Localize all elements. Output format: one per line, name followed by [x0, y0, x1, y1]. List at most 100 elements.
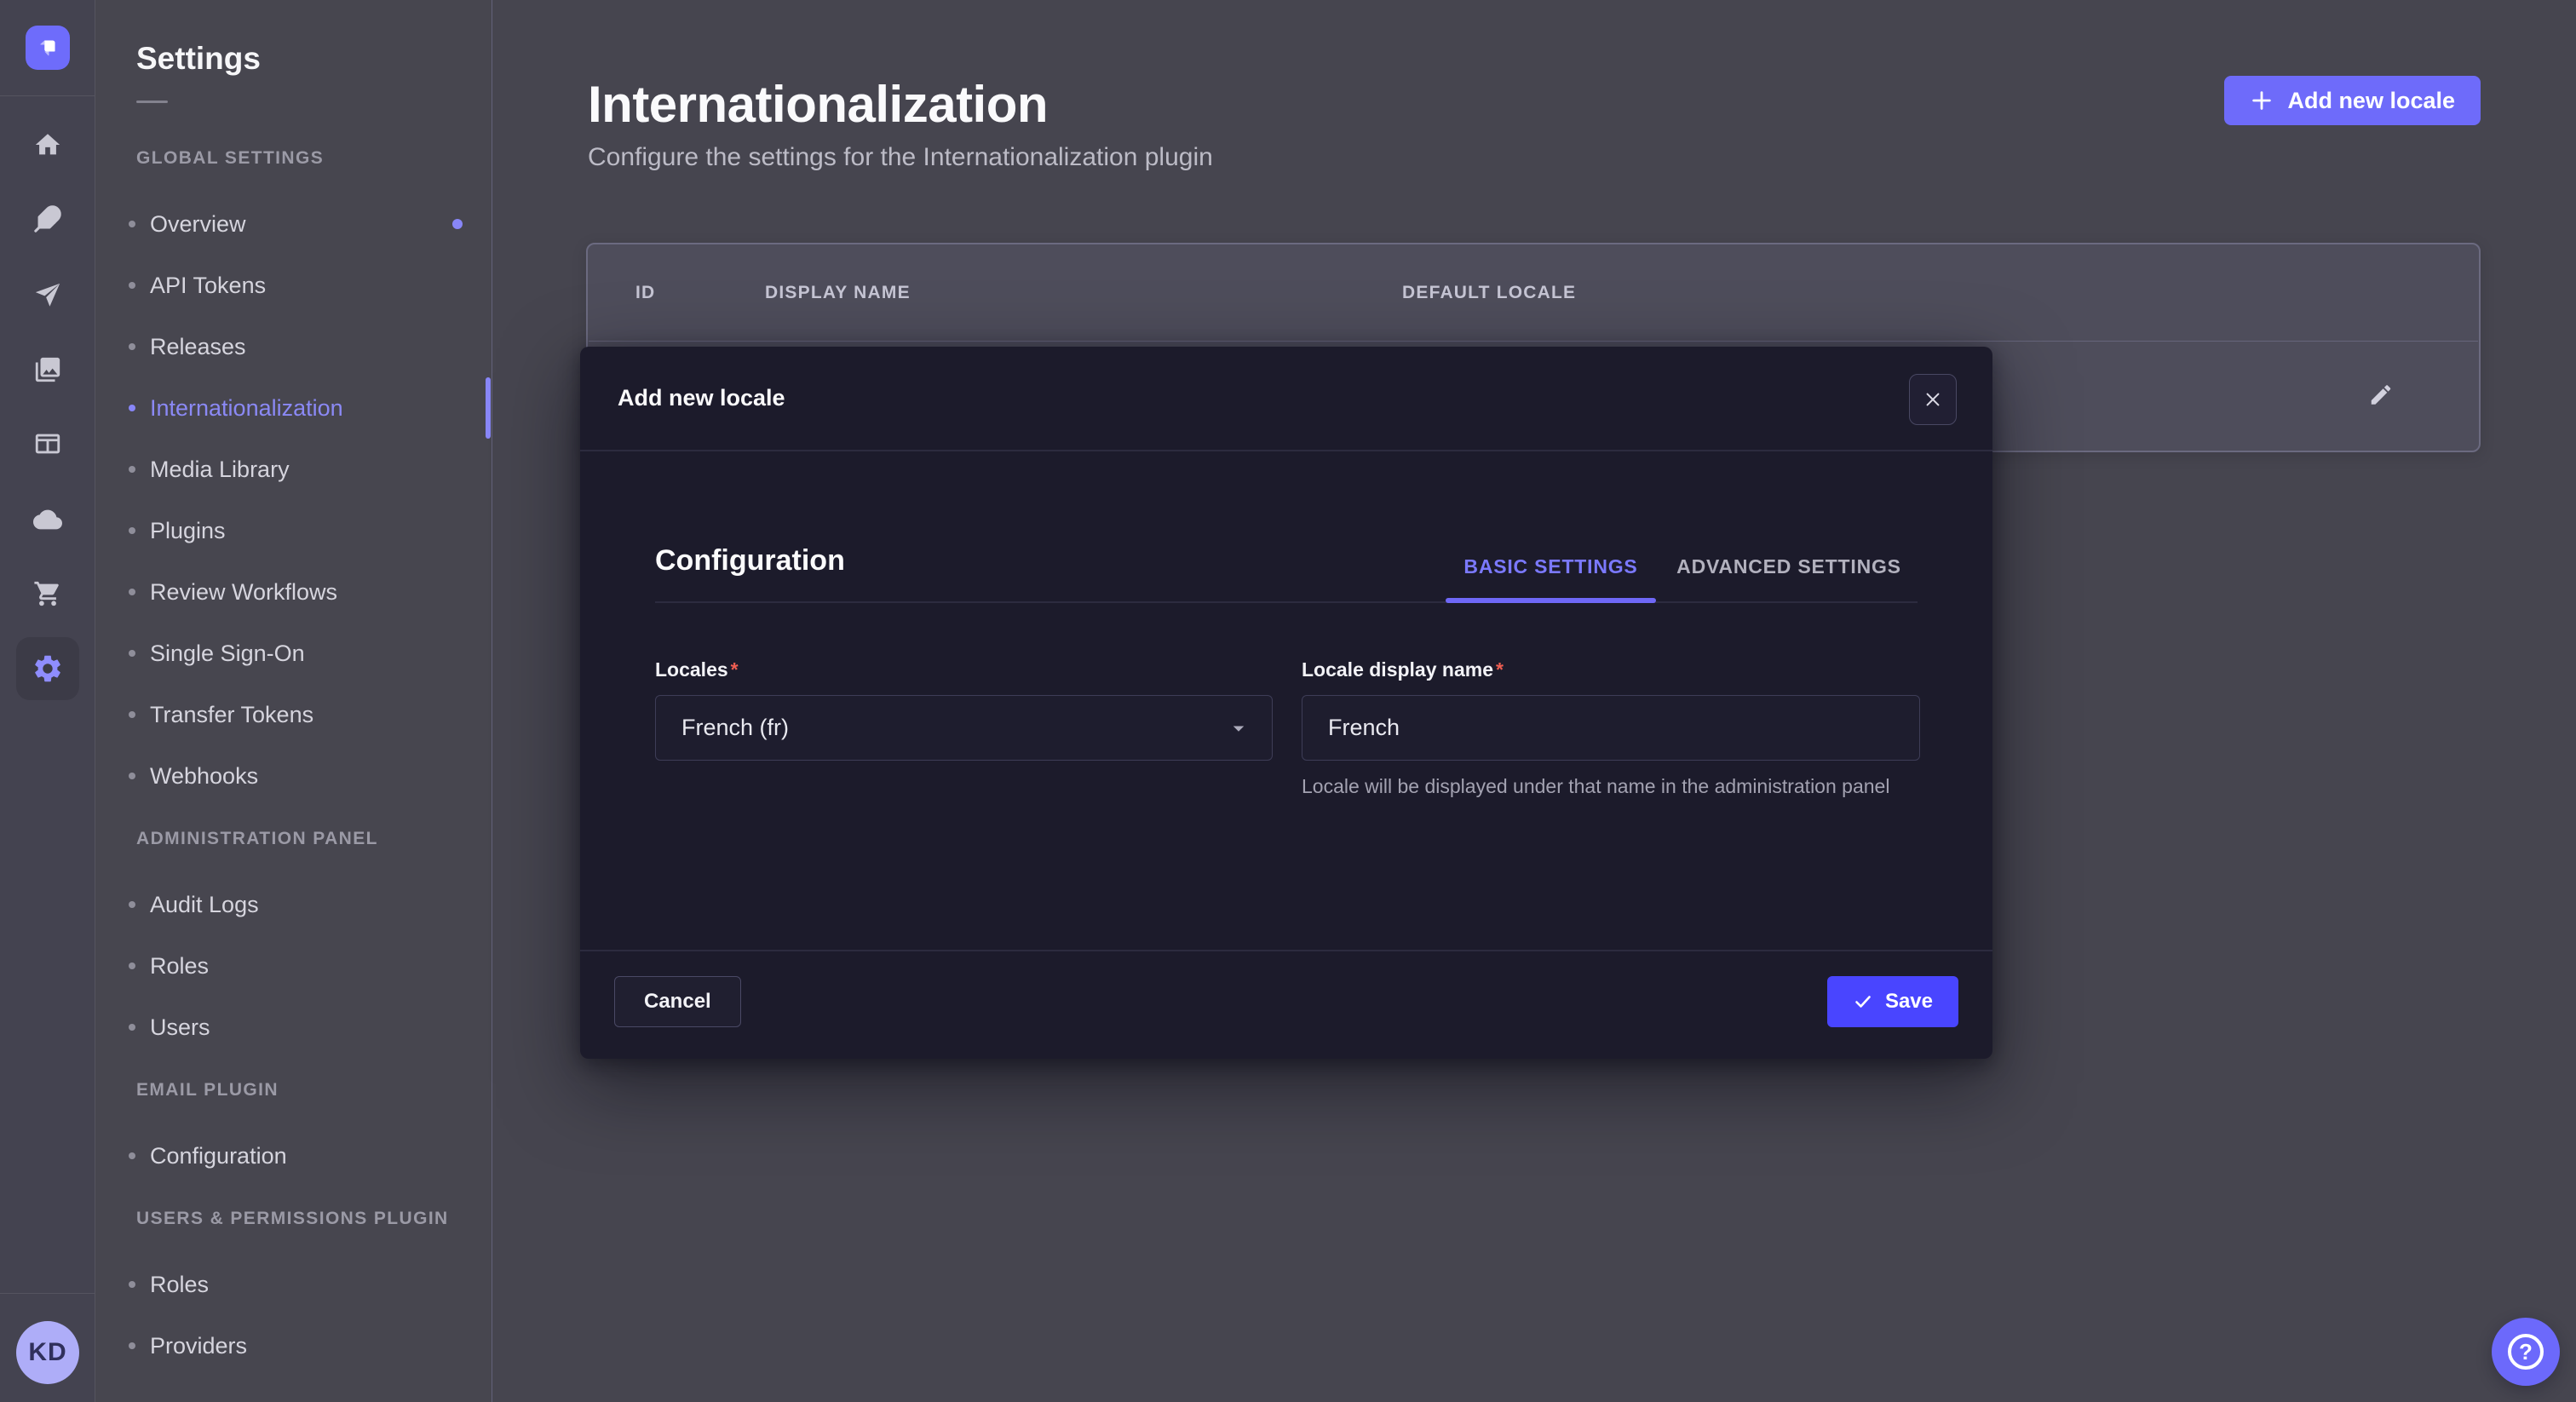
sidebar-section-heading: ADMINISTRATION PANEL: [95, 807, 492, 858]
sidebar-item-label: Audit Logs: [150, 892, 259, 918]
sidebar-item-label: Users: [150, 1014, 210, 1041]
home-icon[interactable]: [27, 124, 68, 165]
app-root: KD Settings GLOBAL SETTINGS Overview API T…: [0, 0, 2576, 1402]
add-locale-modal: Add new locale Configuration BASIC SETTI…: [580, 347, 1992, 1059]
content-type-builder-icon[interactable]: [27, 423, 68, 464]
bullet-icon: [129, 405, 135, 411]
sidebar-section: EMAIL PLUGIN Configuration: [95, 1058, 492, 1187]
notification-dot: [452, 219, 463, 229]
sidebar-item-label: Webhooks: [150, 763, 258, 790]
sidebar-section: ADMINISTRATION PANEL Audit Logs Roles Users: [95, 807, 492, 1058]
sidebar-section-heading: EMAIL PLUGIN: [95, 1058, 492, 1109]
cancel-button[interactable]: Cancel: [614, 976, 741, 1027]
bullet-icon: [129, 282, 135, 289]
edit-pencil-icon[interactable]: [2368, 382, 2394, 411]
sidebar-item-label: Roles: [150, 1272, 209, 1298]
sidebar-section: USERS & PERMISSIONS PLUGIN Roles Providers: [95, 1187, 492, 1376]
sidebar-item-label: Roles: [150, 953, 209, 980]
sidebar-section: GLOBAL SETTINGS Overview API Tokens Release…: [95, 126, 492, 807]
subnav-sections: GLOBAL SETTINGS Overview API Tokens Release…: [95, 126, 492, 1376]
display-name-input[interactable]: [1302, 695, 1920, 761]
main-nav-rail: KD: [0, 0, 95, 1402]
table-header-row: ID DISPLAY NAME DEFAULT LOCALE: [588, 244, 2479, 341]
bullet-icon: [129, 466, 135, 473]
strapi-logo-icon: [34, 34, 61, 61]
add-new-locale-button[interactable]: Add new locale: [2224, 76, 2481, 125]
sidebar-item-single-sign-on[interactable]: Single Sign-On: [95, 623, 492, 684]
question-icon: ?: [2508, 1334, 2544, 1370]
close-icon[interactable]: [1909, 374, 1957, 425]
tab-advanced-settings[interactable]: ADVANCED SETTINGS: [1675, 555, 1903, 578]
sidebar-item-api-tokens[interactable]: API Tokens: [95, 255, 492, 316]
column-header-id: ID: [635, 283, 765, 303]
marketplace-cart-icon[interactable]: [27, 573, 68, 614]
sidebar-item-internationalization[interactable]: Internationalization: [95, 377, 492, 439]
locales-select-value: French (fr): [681, 715, 1226, 741]
sidebar-item-plugins[interactable]: Plugins: [95, 500, 492, 561]
sidebar-item-review-workflows[interactable]: Review Workflows: [95, 561, 492, 623]
sidebar-item-releases[interactable]: Releases: [95, 316, 492, 377]
sidebar-item-configuration[interactable]: Configuration: [95, 1125, 492, 1187]
display-name-label: Locale display name: [1302, 658, 1504, 681]
sidebar-item-label: Internationalization: [150, 395, 343, 422]
settings-subnav: Settings GLOBAL SETTINGS Overview API Toke…: [95, 0, 492, 1402]
sidebar-section-heading: USERS & PERMISSIONS PLUGIN: [95, 1187, 492, 1238]
save-button[interactable]: Save: [1827, 976, 1958, 1027]
bullet-icon: [129, 1342, 135, 1349]
content-manager-feather-icon[interactable]: [27, 198, 68, 239]
sidebar-item-transfer-tokens[interactable]: Transfer Tokens: [95, 684, 492, 745]
sidebar-item-media-library[interactable]: Media Library: [95, 439, 492, 500]
sidebar-item-overview[interactable]: Overview: [95, 193, 492, 255]
bullet-icon: [129, 221, 135, 227]
sidebar-item-roles[interactable]: Roles: [95, 935, 492, 997]
bullet-icon: [129, 962, 135, 969]
rail-divider-top: [0, 95, 95, 96]
bullet-icon: [129, 1024, 135, 1031]
bullet-icon: [129, 773, 135, 779]
sidebar-item-roles[interactable]: Roles: [95, 1254, 492, 1315]
settings-gear-icon[interactable]: [16, 637, 79, 700]
sidebar-item-webhooks[interactable]: Webhooks: [95, 745, 492, 807]
chevron-down-icon: [1226, 715, 1251, 741]
modal-header: Add new locale: [580, 347, 1992, 451]
media-library-icon[interactable]: [27, 349, 68, 390]
column-header-display-name: DISPLAY NAME: [765, 283, 1402, 303]
deploy-cloud-icon[interactable]: [27, 499, 68, 540]
sidebar-item-providers[interactable]: Providers: [95, 1315, 492, 1376]
locales-select[interactable]: French (fr): [655, 695, 1273, 761]
locales-label: Locales: [655, 658, 739, 681]
bullet-icon: [129, 650, 135, 657]
bullet-icon: [129, 527, 135, 534]
sidebar-item-label: Releases: [150, 334, 246, 360]
bullet-icon: [129, 901, 135, 908]
bullet-icon: [129, 711, 135, 718]
settings-title: Settings: [136, 41, 261, 77]
check-icon: [1853, 991, 1873, 1012]
sidebar-item-audit-logs[interactable]: Audit Logs: [95, 874, 492, 935]
help-button[interactable]: ?: [2492, 1318, 2560, 1386]
strapi-logo[interactable]: [26, 26, 70, 70]
bullet-icon: [129, 1152, 135, 1159]
sidebar-item-users[interactable]: Users: [95, 997, 492, 1058]
bullet-icon: [129, 1281, 135, 1288]
sidebar-item-label: Plugins: [150, 518, 226, 544]
sidebar-item-label: API Tokens: [150, 273, 266, 299]
tab-basic-settings[interactable]: BASIC SETTINGS: [1446, 555, 1656, 578]
paper-plane-icon[interactable]: [27, 275, 68, 316]
sidebar-item-label: Media Library: [150, 457, 290, 483]
page-subtitle: Configure the settings for the Internati…: [588, 143, 1213, 172]
plus-icon: [2250, 89, 2274, 112]
modal-footer-divider: [580, 950, 1992, 951]
avatar[interactable]: KD: [16, 1321, 79, 1384]
sidebar-item-label: Configuration: [150, 1143, 287, 1169]
configuration-section-title: Configuration: [655, 544, 845, 577]
sidebar-item-label: Overview: [150, 211, 246, 238]
title-rule: [136, 101, 168, 103]
locales-label-text: Locales: [655, 658, 739, 681]
sidebar-section-heading: GLOBAL SETTINGS: [95, 126, 492, 177]
display-name-label-text: Locale display name: [1302, 658, 1504, 681]
sidebar-item-label: Review Workflows: [150, 579, 337, 606]
page-title: Internationalization: [588, 75, 1048, 134]
display-name-helper: Locale will be displayed under that name…: [1302, 773, 1923, 800]
column-header-default-locale: DEFAULT LOCALE: [1402, 283, 2479, 303]
